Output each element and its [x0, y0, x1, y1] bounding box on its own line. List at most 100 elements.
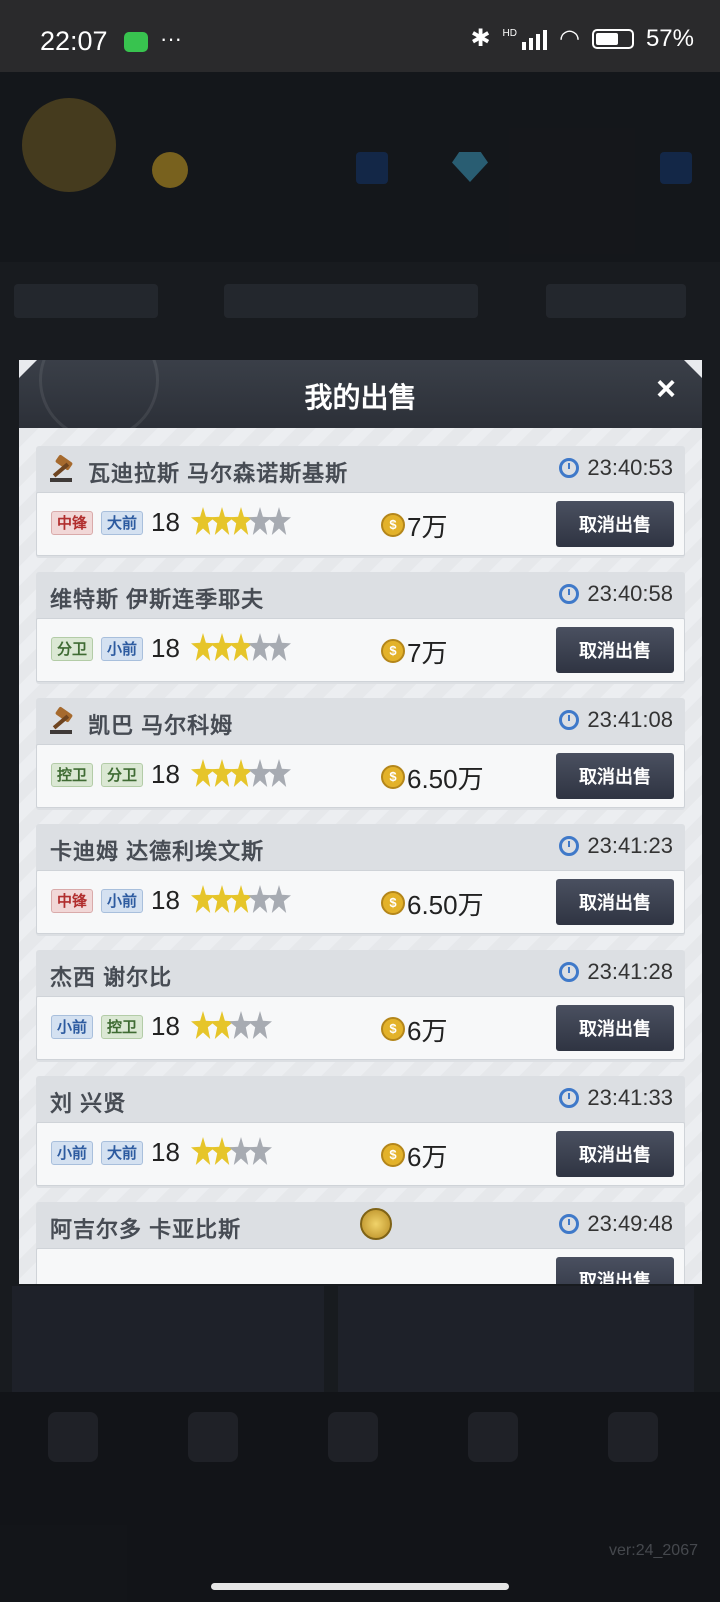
timer-icon — [559, 836, 580, 856]
star-icon — [210, 885, 234, 913]
more-notifications-icon: ··· — [160, 26, 182, 51]
player-name: 刘 兴贤 — [50, 1091, 127, 1116]
star-icon — [191, 507, 215, 535]
star-icon — [191, 1137, 215, 1165]
sale-countdown: 23:41:33 — [559, 1085, 673, 1111]
star-icon — [191, 885, 215, 913]
star-icon — [267, 759, 291, 787]
wifi-icon: ◠ — [559, 25, 580, 52]
sale-item-details: 中锋 小前 18 $6.50万 取消出售 — [36, 870, 685, 934]
sale-time: 23:49:48 — [587, 1211, 673, 1236]
star-icon — [248, 1137, 272, 1165]
sale-item-details: 小前 大前 18 $6万 取消出售 — [36, 1122, 685, 1186]
sale-countdown: 23:41:23 — [559, 833, 673, 859]
sale-countdown: 23:41:28 — [559, 959, 673, 985]
sale-time: 23:41:28 — [587, 959, 673, 984]
home-indicator[interactable] — [211, 1583, 509, 1590]
sale-item-details: 取消出售 — [36, 1248, 685, 1284]
player-level: 18 — [151, 633, 180, 663]
sale-item-header: 瓦迪拉斯 马尔森诺斯基斯 23:40:53 — [36, 446, 685, 490]
sale-item-header: 阿吉尔多 卡亚比斯 23:49:48 — [36, 1202, 685, 1246]
cancel-sale-button[interactable]: 取消出售 — [556, 1257, 674, 1284]
player-level: 18 — [151, 759, 180, 789]
coin-icon: $ — [381, 1143, 405, 1167]
position-badge: 小前 — [51, 1141, 94, 1165]
sale-item-header: 凯巴 马尔科姆 23:41:08 — [36, 698, 685, 742]
player-name: 维特斯 伊斯连季耶夫 — [50, 587, 265, 612]
sale-price: 7万 — [407, 638, 448, 668]
cancel-sale-button[interactable]: 取消出售 — [556, 627, 674, 673]
sale-item-details: 分卫 小前 18 $7万 取消出售 — [36, 618, 685, 682]
sale-countdown: 23:41:08 — [559, 707, 673, 733]
coin-icon: $ — [381, 1017, 405, 1041]
position-badge: 大前 — [101, 1141, 144, 1165]
cancel-sale-button[interactable]: 取消出售 — [556, 1131, 674, 1177]
cancel-sale-button[interactable]: 取消出售 — [556, 501, 674, 547]
cancel-sale-button[interactable]: 取消出售 — [556, 753, 674, 799]
player-name: 卡迪姆 达德利埃文斯 — [50, 839, 265, 864]
timer-icon — [559, 710, 580, 730]
star-rating — [191, 1137, 272, 1165]
player-level: 18 — [151, 885, 180, 915]
position-badge: 中锋 — [51, 889, 94, 913]
sale-item-header: 刘 兴贤 23:41:33 — [36, 1076, 685, 1120]
bluetooth-icon: ✱ — [470, 25, 491, 52]
coin-icon: $ — [381, 891, 405, 915]
star-icon — [248, 633, 272, 661]
timer-icon — [559, 584, 580, 604]
timer-icon — [559, 1088, 580, 1108]
cancel-sale-button[interactable]: 取消出售 — [556, 1005, 674, 1051]
modal-title: 我的出售 — [304, 382, 417, 413]
sale-countdown: 23:40:58 — [559, 581, 673, 607]
timer-icon — [559, 458, 580, 478]
battery-percent: 57% — [645, 24, 694, 52]
player-level: 18 — [151, 507, 180, 537]
star-icon — [248, 1011, 272, 1039]
cancel-sale-button[interactable]: 取消出售 — [556, 879, 674, 925]
star-icon — [210, 1137, 234, 1165]
position-badge: 小前 — [101, 889, 144, 913]
sale-time: 23:41:33 — [587, 1085, 673, 1110]
star-icon — [229, 885, 253, 913]
wechat-notification-icon — [124, 32, 148, 52]
player-name: 瓦迪拉斯 马尔森诺斯基斯 — [88, 461, 349, 486]
star-icon — [267, 885, 291, 913]
star-rating — [191, 1011, 272, 1039]
signal-icon: HD — [503, 28, 547, 50]
timer-icon — [559, 1214, 580, 1234]
star-icon — [191, 1011, 215, 1039]
sale-price: 6万 — [407, 1142, 448, 1172]
sale-item: 凯巴 马尔科姆 23:41:08 控卫 分卫 18 $6.50万 取消出售 — [36, 698, 685, 810]
position-badge: 大前 — [101, 511, 144, 535]
star-icon — [210, 1011, 234, 1039]
modal-header: 我的出售 × — [19, 360, 702, 428]
sale-item: 杰西 谢尔比 23:41:28 小前 控卫 18 $6万 取消出售 — [36, 950, 685, 1062]
star-icon — [210, 633, 234, 661]
star-icon — [229, 1011, 253, 1039]
sale-price: 6.50万 — [407, 764, 484, 794]
status-bar: 22:07 ··· ✱ HD ◠ 57% — [0, 0, 720, 72]
sale-item: 刘 兴贤 23:41:33 小前 大前 18 $6万 取消出售 — [36, 1076, 685, 1188]
sale-item-header: 维特斯 伊斯连季耶夫 23:40:58 — [36, 572, 685, 616]
star-icon — [210, 759, 234, 787]
close-icon[interactable]: × — [656, 370, 676, 409]
star-rating — [191, 633, 291, 661]
player-name: 凯巴 马尔科姆 — [88, 713, 234, 738]
coin-icon: $ — [381, 765, 405, 789]
sales-list[interactable]: 瓦迪拉斯 马尔森诺斯基斯 23:40:53 中锋 大前 18 $7万 取消出售 维特斯 伊斯连… — [19, 428, 702, 1284]
sale-item-details: 中锋 大前 18 $7万 取消出售 — [36, 492, 685, 556]
sale-price: 6.50万 — [407, 890, 484, 920]
timer-icon — [559, 962, 580, 982]
player-level: 18 — [151, 1137, 180, 1167]
player-name: 阿吉尔多 卡亚比斯 — [50, 1217, 242, 1242]
sale-price: 7万 — [407, 512, 448, 542]
star-icon — [267, 507, 291, 535]
my-sales-modal: 我的出售 × 瓦迪拉斯 马尔森诺斯基斯 23:40:53 中锋 大前 18 $7万 取消出售… — [19, 360, 702, 1284]
position-badge: 小前 — [101, 637, 144, 661]
position-badge: 分卫 — [101, 763, 144, 787]
star-icon — [229, 507, 253, 535]
star-icon — [248, 507, 272, 535]
sale-item-details: 控卫 分卫 18 $6.50万 取消出售 — [36, 744, 685, 808]
auction-gavel-icon — [50, 454, 78, 482]
sale-item: 阿吉尔多 卡亚比斯 23:49:48 取消出售 — [36, 1202, 685, 1284]
